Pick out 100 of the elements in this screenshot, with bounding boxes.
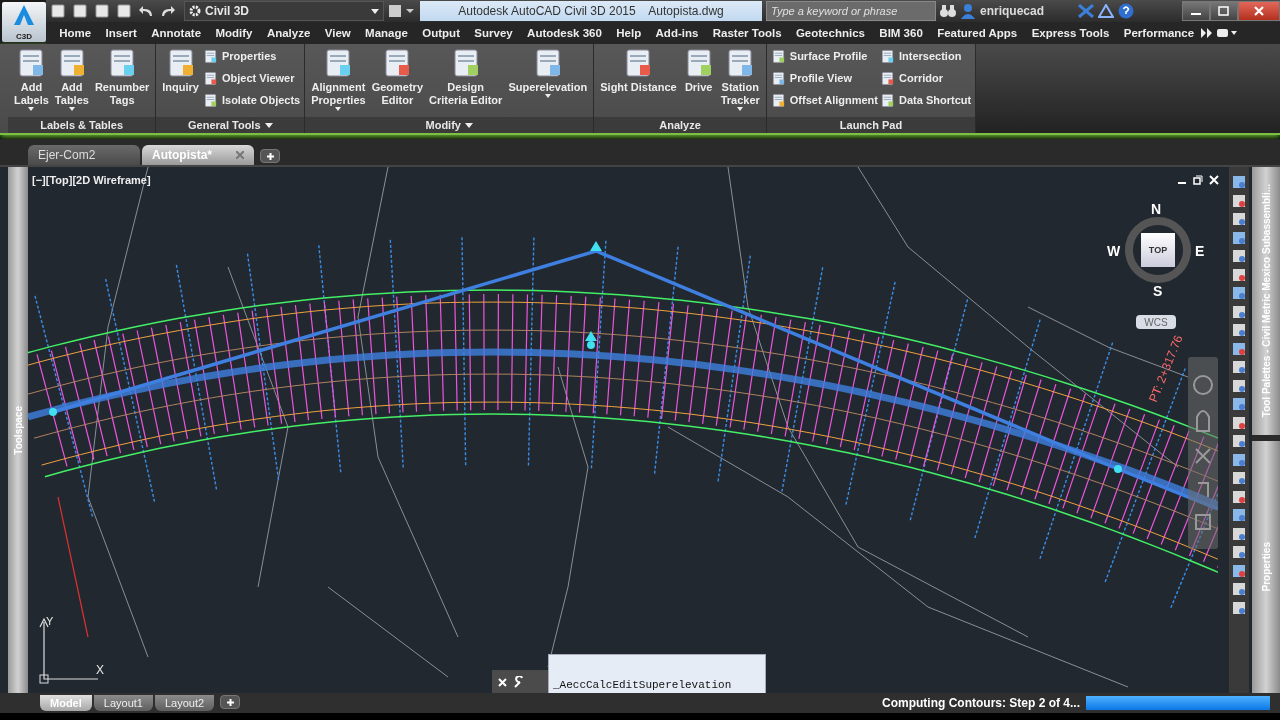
ribbon-button[interactable]: Surface Profile (770, 47, 878, 65)
restore-icon[interactable] (1193, 175, 1203, 185)
ribbon-button[interactable]: Properties (202, 47, 301, 65)
ribbon-button[interactable]: Sight Distance (598, 47, 679, 117)
ribbon-tab[interactable]: BIM 360 (872, 27, 930, 39)
redo-icon[interactable] (160, 4, 176, 18)
document-tab[interactable]: Ejer-Com2 (28, 145, 140, 165)
help-icon[interactable] (1118, 3, 1135, 19)
ribbon-tab[interactable]: Performance (1116, 27, 1202, 39)
ucs-menu[interactable]: WCS (1136, 315, 1176, 329)
ribbon-tab[interactable]: Autodesk 360 (519, 27, 610, 39)
x-logo-icon[interactable] (1078, 4, 1095, 18)
ribbon-tab[interactable]: Output (415, 27, 468, 39)
plus-icon (266, 152, 274, 160)
tool-icon[interactable] (1232, 563, 1246, 578)
panel-title: Toolspace (12, 405, 24, 455)
new-layout-button[interactable] (220, 695, 241, 709)
minimize-button[interactable] (1182, 1, 1210, 21)
viewport-label[interactable]: [−][Top][2D Wireframe] (32, 174, 151, 186)
ribbon-button[interactable]: Inquiry (160, 47, 201, 117)
view-cube[interactable]: TOP (1141, 233, 1175, 267)
ribbon-tab[interactable]: Analyze (259, 27, 318, 39)
ribbon-button[interactable]: Alignment Properties (309, 47, 368, 117)
ribbon-button[interactable]: Add Labels (12, 47, 51, 117)
tool-icon[interactable] (1232, 378, 1246, 393)
chevron-icon[interactable] (1201, 28, 1214, 38)
tool-icon[interactable] (1232, 286, 1246, 300)
ribbon-tab[interactable]: Survey (467, 27, 520, 39)
caret-icon[interactable] (264, 122, 273, 128)
tool-icon[interactable] (1232, 360, 1246, 374)
compass-letter[interactable]: W (1107, 243, 1121, 259)
workspace-dropdown[interactable]: Civil 3D (184, 1, 384, 21)
ribbon-button[interactable]: Isolate Objects (202, 91, 301, 109)
ribbon-tab[interactable]: Insert (98, 27, 145, 39)
ribbon-tab[interactable]: Annotate (144, 27, 209, 39)
axis-label: X (96, 663, 104, 677)
tool-icon[interactable] (1232, 323, 1246, 337)
tool-icon[interactable] (1232, 526, 1246, 541)
gear-icon (189, 5, 201, 17)
ribbon-button[interactable]: Add Tables (52, 47, 91, 117)
tool-icon[interactable] (1232, 452, 1246, 467)
tool-icon[interactable] (1232, 249, 1246, 263)
restore-button[interactable] (1210, 1, 1238, 21)
ribbon-tab[interactable]: Modify (208, 27, 260, 39)
ribbon-button[interactable]: Data Shortcut (880, 91, 972, 109)
compass-letter[interactable]: N (1151, 201, 1162, 217)
user-name[interactable]: enriquecad (980, 4, 1045, 18)
ribbon-button[interactable]: Station Tracker (718, 47, 762, 117)
ribbon-tab[interactable]: Add-ins (648, 27, 706, 39)
layout-tab[interactable]: Layout2 (154, 695, 215, 711)
undo-icon[interactable] (138, 4, 154, 18)
navigation-bar[interactable] (1188, 357, 1218, 549)
tool-icon[interactable] (1232, 175, 1246, 189)
ribbon-button[interactable]: Geometry Editor (369, 47, 425, 117)
compass-letter[interactable]: E (1195, 243, 1205, 259)
ribbon-tab[interactable]: Help (609, 27, 649, 39)
ribbon-button[interactable]: Drive (680, 47, 717, 117)
tool-icon[interactable] (1232, 471, 1246, 485)
ribbon-toggle-icon[interactable] (1217, 28, 1238, 38)
tool-icon[interactable] (1232, 304, 1246, 319)
layout-tab[interactable]: Layout1 (93, 695, 153, 711)
tool-icon[interactable] (1232, 193, 1246, 208)
close-button[interactable] (1238, 1, 1280, 21)
ribbon-tab[interactable]: Express Tools (1024, 27, 1117, 39)
tool-icon[interactable] (1232, 545, 1246, 559)
tool-icon[interactable] (1232, 434, 1246, 448)
tool-icon[interactable] (1232, 397, 1246, 411)
tool-icon (770, 92, 786, 108)
ribbon-tab[interactable]: Manage (357, 27, 416, 39)
tool-icon[interactable] (1232, 212, 1246, 226)
tool-icon[interactable] (1232, 489, 1246, 504)
ribbon-button[interactable]: Superelevation (506, 47, 590, 117)
new-tab-button[interactable] (260, 149, 280, 163)
tool-icon[interactable] (1232, 230, 1246, 245)
ribbon-tab[interactable]: Featured Apps (930, 27, 1025, 39)
caret-icon[interactable] (464, 122, 473, 128)
command-line-toolbar[interactable] (492, 670, 548, 693)
ribbon-button[interactable]: Corridor (880, 69, 972, 87)
tool-icon[interactable] (1232, 582, 1246, 596)
ribbon-tab[interactable]: Home (52, 27, 99, 39)
ribbon-button[interactable]: Renumber Tags (92, 47, 152, 117)
ribbon-tab[interactable]: Geotechnics (788, 27, 873, 39)
triangle-icon[interactable] (1098, 4, 1115, 18)
tool-icon[interactable] (1232, 508, 1246, 522)
compass-letter[interactable]: S (1153, 283, 1163, 299)
workspace-switch-icon[interactable] (388, 3, 416, 19)
ribbon-button[interactable]: Offset Alignment (770, 91, 878, 109)
ribbon-button[interactable]: Intersection (880, 47, 972, 65)
tool-icon[interactable] (1232, 267, 1246, 282)
ribbon-button[interactable]: Design Criteria Editor (427, 47, 505, 117)
ribbon-button[interactable]: Object Viewer (202, 69, 301, 87)
binoculars-icon[interactable] (940, 4, 956, 18)
tool-icon[interactable] (1232, 600, 1246, 615)
ribbon-tab[interactable]: Raster Tools (705, 27, 789, 39)
search-field[interactable]: Type a keyword or phrase (766, 1, 936, 21)
ribbon-tab[interactable]: View (317, 27, 358, 39)
ribbon-button[interactable]: Profile View (770, 69, 878, 87)
tool-icon[interactable] (1232, 341, 1246, 356)
application-button[interactable]: C3D (2, 2, 46, 42)
tool-icon[interactable] (1232, 415, 1246, 430)
